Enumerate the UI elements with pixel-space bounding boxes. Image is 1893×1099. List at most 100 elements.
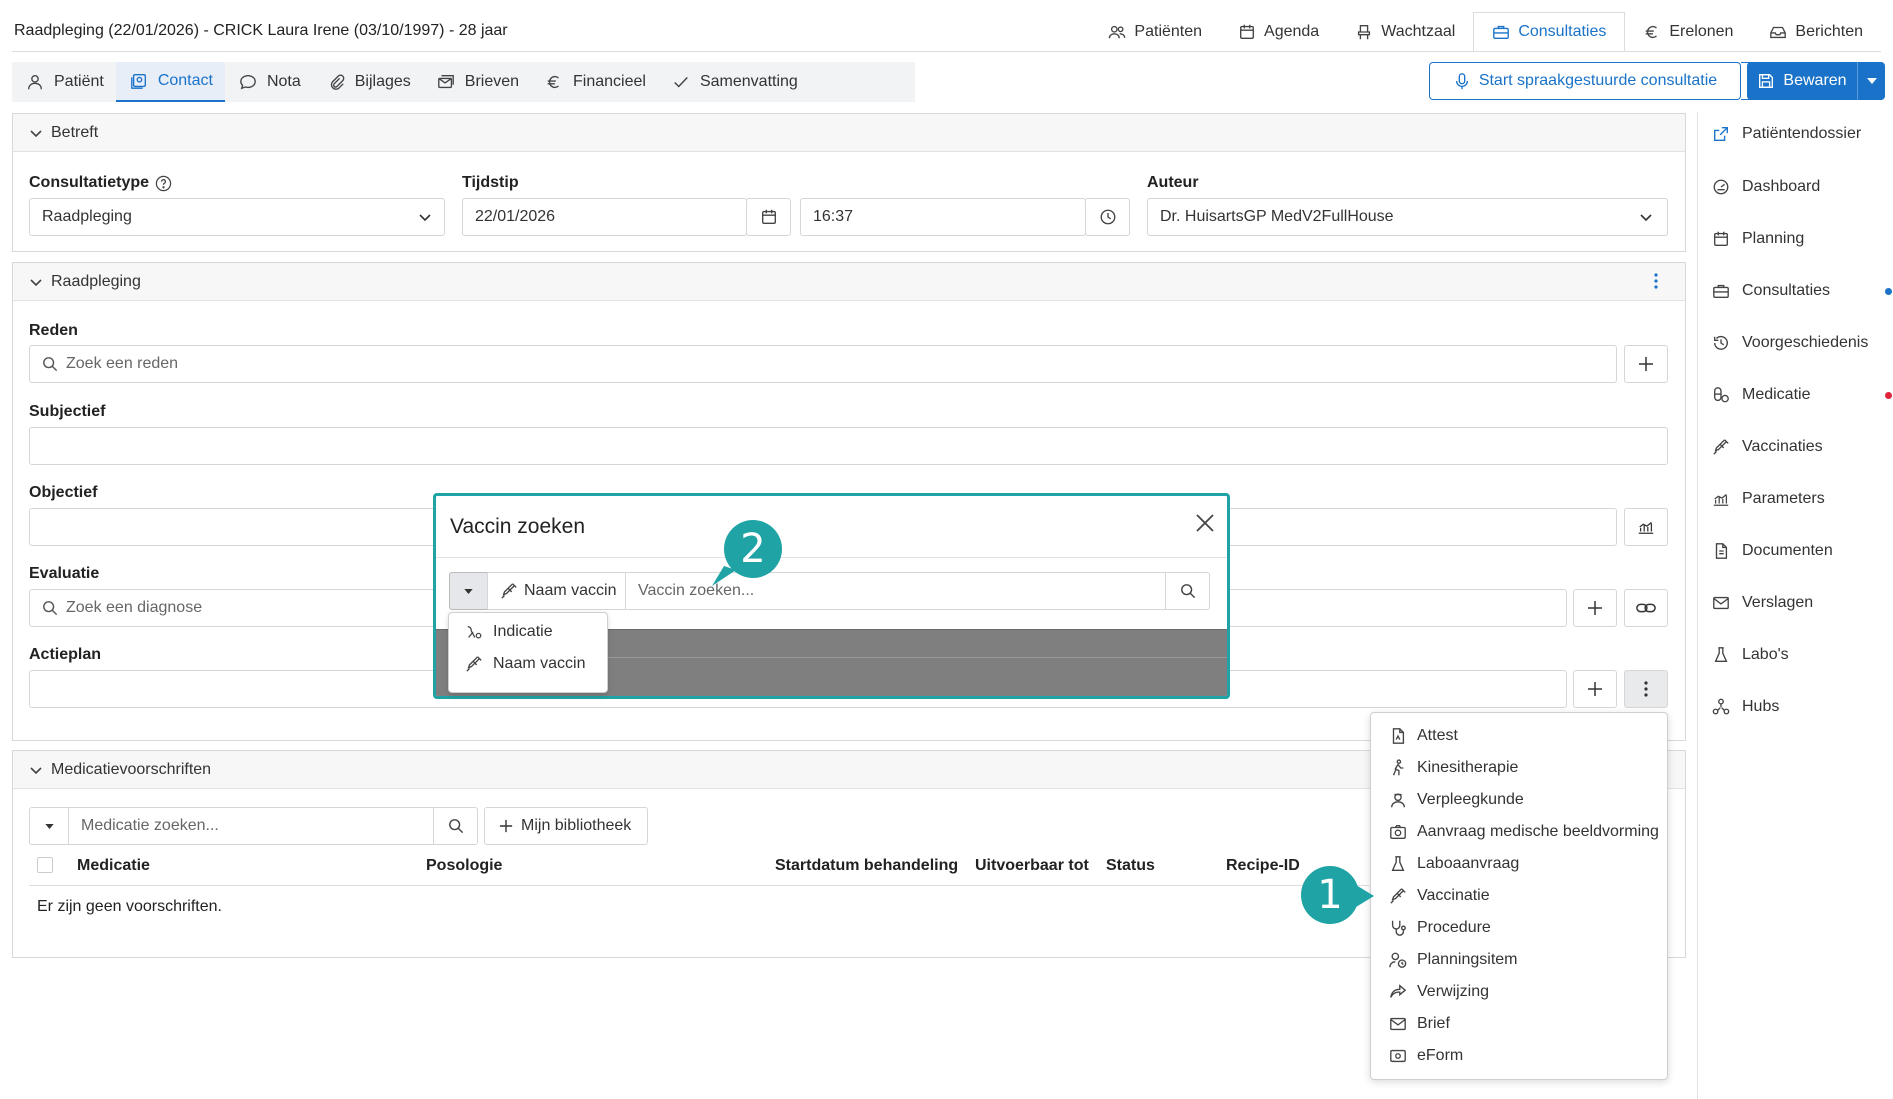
- external-link-icon: [1712, 125, 1730, 143]
- medicatie-search-input[interactable]: Medicatie zoeken...: [68, 807, 434, 845]
- search-type-label: Naam vaccin: [524, 582, 617, 599]
- actieplan-more-button[interactable]: [1624, 670, 1668, 708]
- close-icon[interactable]: [1195, 513, 1215, 533]
- save-dropdown-button[interactable]: [1857, 62, 1885, 100]
- chart-icon: [1712, 490, 1730, 508]
- tab-financieel[interactable]: Financieel: [531, 62, 658, 102]
- reden-search-input[interactable]: Zoek een reden: [29, 345, 1617, 383]
- add-actieplan-button[interactable]: [1573, 670, 1617, 708]
- vaccine-search-button[interactable]: [1165, 572, 1210, 610]
- time-input[interactable]: 16:37: [800, 198, 1086, 236]
- tab-contact[interactable]: Contact: [115, 62, 225, 102]
- actieplan-dropdown-menu: Attest Kinesitherapie Verpleegkunde Aanv…: [1370, 712, 1668, 1080]
- menu-item-vaccinatie[interactable]: Vaccinatie: [1389, 887, 1490, 905]
- reden-placeholder: Zoek een reden: [66, 355, 179, 372]
- sidebar-item-voorgeschiedenis[interactable]: Voorgeschiedenis: [1712, 334, 1892, 352]
- medicatie-search-button[interactable]: [433, 807, 478, 845]
- search-icon: [1180, 583, 1196, 599]
- nav-berichten-label: Berichten: [1795, 23, 1863, 40]
- sidebar-item-consultaties[interactable]: Consultaties: [1712, 282, 1892, 300]
- help-icon[interactable]: [155, 175, 172, 192]
- menu-item-label: Kinesitherapie: [1417, 759, 1519, 776]
- envelope-icon: [1712, 594, 1730, 612]
- nav-wachtzaal-label: Wachtzaal: [1381, 23, 1456, 40]
- date-input[interactable]: 22/01/2026: [462, 198, 747, 236]
- my-library-button[interactable]: Mijn bibliotheek: [484, 807, 648, 845]
- nav-wachtzaal[interactable]: Wachtzaal: [1337, 12, 1473, 52]
- menu-item-eform[interactable]: eForm: [1389, 1047, 1463, 1065]
- sidebar-item-vaccinaties[interactable]: Vaccinaties: [1712, 438, 1892, 456]
- betreft-title: Betreft: [51, 123, 99, 141]
- search-type-selected[interactable]: Naam vaccin: [487, 572, 626, 610]
- col-startdatum: Startdatum behandeling: [775, 857, 959, 874]
- medicatie-title: Medicatievoorschriften: [51, 760, 212, 778]
- sidebar-label: Planning: [1742, 230, 1805, 247]
- tab-nota[interactable]: Nota: [225, 62, 313, 102]
- notification-dot: [1885, 287, 1892, 295]
- start-voice-consult-button[interactable]: Start spraakgestuurde consultatie: [1429, 62, 1741, 100]
- chevron-down-icon: [1639, 210, 1653, 224]
- sidebar-item-patientendossier[interactable]: Patiëntendossier: [1712, 125, 1892, 143]
- sidebar-item-labos[interactable]: Labo's: [1712, 646, 1892, 664]
- menu-item-planningsitem[interactable]: Planningsitem: [1389, 951, 1518, 969]
- link-diagnose-button[interactable]: [1624, 589, 1668, 627]
- menu-item-brief[interactable]: Brief: [1389, 1015, 1450, 1033]
- sidebar-item-medicatie[interactable]: Medicatie: [1712, 386, 1892, 404]
- tab-samenvatting[interactable]: Samenvatting: [658, 62, 810, 102]
- tab-brieven[interactable]: Brieven: [423, 62, 531, 102]
- sidebar-item-hubs[interactable]: Hubs: [1712, 698, 1892, 716]
- menu-item-laboaanvraag[interactable]: Laboaanvraag: [1389, 855, 1519, 873]
- option-indicatie[interactable]: Indicatie: [465, 623, 553, 641]
- sidebar-item-dashboard[interactable]: Dashboard: [1712, 178, 1892, 196]
- syringe-icon: [1712, 438, 1730, 456]
- subjectief-input[interactable]: [29, 427, 1668, 465]
- betreft-header[interactable]: Betreft: [13, 114, 1685, 152]
- modal-header: Vaccin zoeken: [436, 496, 1227, 558]
- add-diagnose-button[interactable]: [1573, 589, 1617, 627]
- plus-icon: [1587, 600, 1603, 616]
- date-picker-button[interactable]: [746, 198, 791, 236]
- tab-bijlages[interactable]: Bijlages: [313, 62, 423, 102]
- menu-item-verpleegkunde[interactable]: Verpleegkunde: [1389, 791, 1524, 809]
- sidebar-item-documenten[interactable]: Documenten: [1712, 542, 1892, 560]
- tab-nota-label: Nota: [266, 73, 301, 90]
- select-all-checkbox[interactable]: [37, 857, 53, 873]
- person-icon: [26, 73, 44, 91]
- add-reden-button[interactable]: [1624, 345, 1668, 383]
- nav-erelonen[interactable]: Erelonen: [1625, 12, 1751, 52]
- menu-item-procedure[interactable]: Procedure: [1389, 919, 1491, 937]
- menu-item-kinesitherapie[interactable]: Kinesitherapie: [1389, 759, 1518, 777]
- author-select[interactable]: Dr. HuisartsGP MedV2FullHouse: [1147, 198, 1668, 236]
- tab-patient[interactable]: Patiënt: [12, 62, 116, 102]
- nav-patienten[interactable]: Patiënten: [1090, 12, 1220, 52]
- parameters-button[interactable]: [1624, 508, 1668, 546]
- kebab-menu-icon[interactable]: [1653, 272, 1659, 290]
- search-type-dropdown-button[interactable]: [449, 572, 488, 610]
- consult-type-select[interactable]: Raadpleging: [29, 198, 445, 236]
- nav-berichten[interactable]: Berichten: [1751, 12, 1881, 52]
- plus-icon: [1587, 681, 1603, 697]
- walking-icon: [1389, 759, 1407, 777]
- medicatie-type-dropdown[interactable]: [29, 807, 69, 845]
- vaccine-search-input[interactable]: Vaccin zoeken...: [625, 572, 1166, 610]
- menu-item-verwijzing[interactable]: Verwijzing: [1389, 983, 1489, 1001]
- raadpleging-header[interactable]: Raadpleging: [13, 263, 1685, 301]
- sidebar-item-parameters[interactable]: Parameters: [1712, 490, 1892, 508]
- col-recipe-id: Recipe-ID: [1226, 857, 1300, 874]
- check-icon: [672, 73, 690, 91]
- save-button[interactable]: Bewaren: [1747, 62, 1857, 100]
- pills-icon: [1712, 386, 1730, 404]
- menu-item-attest[interactable]: Attest: [1389, 727, 1458, 745]
- chevron-down-icon: [29, 763, 43, 777]
- time-picker-button[interactable]: [1085, 198, 1130, 236]
- consult-type-label: Consultatietype: [29, 174, 150, 191]
- nav-consultaties[interactable]: Consultaties: [1473, 12, 1626, 52]
- medicatie-placeholder: Medicatie zoeken...: [81, 817, 219, 834]
- file-icon: [1389, 727, 1407, 745]
- menu-item-beeldvorming[interactable]: Aanvraag medische beeldvorming: [1389, 823, 1659, 841]
- option-naam-vaccin[interactable]: Naam vaccin: [465, 655, 585, 673]
- nav-agenda[interactable]: Agenda: [1220, 12, 1337, 52]
- sidebar-item-planning[interactable]: Planning: [1712, 230, 1892, 248]
- camera-icon: [1389, 823, 1407, 841]
- sidebar-item-verslagen[interactable]: Verslagen: [1712, 594, 1892, 612]
